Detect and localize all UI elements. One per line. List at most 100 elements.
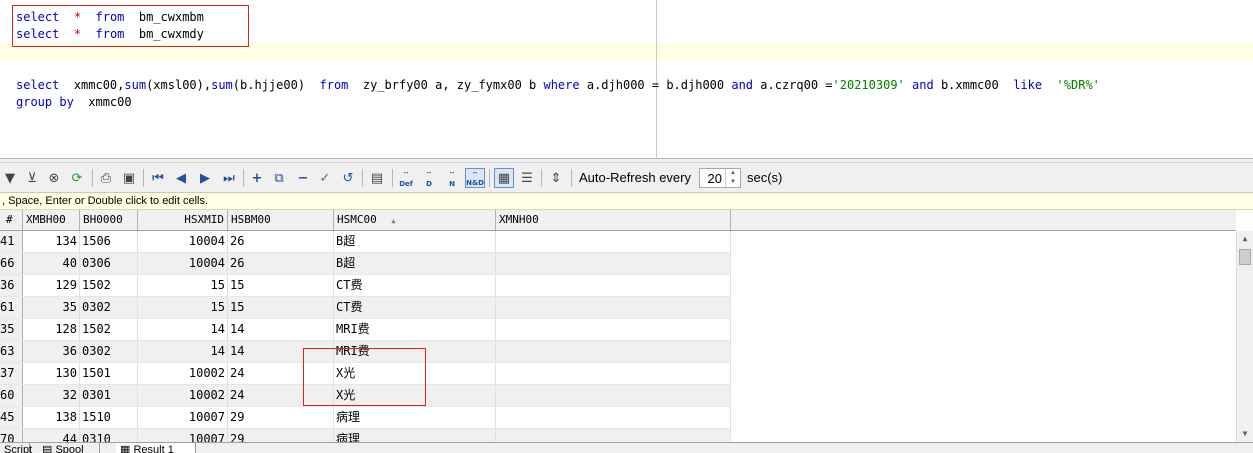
xmbh00-cell[interactable]: 40 bbox=[23, 253, 80, 274]
previous-record-icon[interactable]: ◀ bbox=[171, 168, 191, 188]
hsmc00-cell[interactable]: X光 bbox=[334, 363, 496, 384]
number-date-mode-button[interactable]: ⎴ N&D bbox=[465, 168, 485, 188]
hsmc00-cell[interactable]: X光 bbox=[334, 385, 496, 406]
xmnh00-cell[interactable] bbox=[496, 385, 731, 406]
number-mode-button[interactable]: ⎴ N bbox=[442, 168, 462, 188]
hsbm00-cell[interactable]: 29 bbox=[228, 407, 334, 428]
hsbm00-cell[interactable]: 24 bbox=[228, 385, 334, 406]
column-header-xmnh00[interactable]: XMNH00 bbox=[496, 210, 731, 230]
hsxmid-cell[interactable]: 10004 bbox=[138, 253, 228, 274]
date-mode-button[interactable]: ⎴ D bbox=[419, 168, 439, 188]
post-changes-icon[interactable]: ✓ bbox=[315, 168, 335, 188]
hsmc00-cell[interactable]: CT费 bbox=[334, 275, 496, 296]
table-row[interactable]: 70 44 0310 10007 29 病理 bbox=[0, 429, 731, 442]
hsmc00-cell[interactable]: 病理 bbox=[334, 429, 496, 442]
hsxmid-cell[interactable]: 15 bbox=[138, 297, 228, 318]
hsbm00-cell[interactable]: 24 bbox=[228, 363, 334, 384]
cancel-icon[interactable]: ⊗ bbox=[44, 168, 64, 188]
scroll-up-icon[interactable]: ▲ bbox=[1237, 231, 1253, 247]
xmnh00-cell[interactable] bbox=[496, 363, 731, 384]
scroll-down-icon[interactable]: ▼ bbox=[1237, 426, 1253, 442]
xmbh00-cell[interactable]: 134 bbox=[23, 231, 80, 252]
sql-line-query[interactable]: select xmmc00,sum(xmsl00),sum(b.hjje00) … bbox=[16, 77, 1100, 94]
xmnh00-cell[interactable] bbox=[496, 341, 731, 362]
bh0000-cell[interactable]: 0310 bbox=[80, 429, 138, 442]
sql-editor[interactable]: select * from bm_cwxmbm select * from bm… bbox=[0, 0, 1253, 158]
grid-view-icon[interactable]: ▦ bbox=[494, 168, 514, 188]
sql-line-1[interactable]: select * from bm_cwxmbm bbox=[16, 9, 204, 26]
table-row[interactable]: 66 40 0306 10004 26 B超 bbox=[0, 253, 731, 275]
xmnh00-cell[interactable] bbox=[496, 275, 731, 296]
clear-filter-icon[interactable]: ⊻ bbox=[22, 168, 42, 188]
bh0000-cell[interactable]: 0302 bbox=[80, 341, 138, 362]
hsxmid-cell[interactable]: 10002 bbox=[138, 385, 228, 406]
xmnh00-cell[interactable] bbox=[496, 429, 731, 442]
xmnh00-cell[interactable] bbox=[496, 253, 731, 274]
hsmc00-cell[interactable]: 病理 bbox=[334, 407, 496, 428]
bh0000-cell[interactable]: 1510 bbox=[80, 407, 138, 428]
scrollbar-thumb[interactable] bbox=[1239, 249, 1251, 265]
hsmc00-cell[interactable]: MRI费 bbox=[334, 319, 496, 340]
column-header-hsmc00[interactable]: HSMC00 ▲ bbox=[334, 210, 496, 230]
sql-line-2[interactable]: select * from bm_cwxmdy bbox=[16, 26, 204, 43]
column-header-rownum[interactable]: # bbox=[0, 210, 23, 230]
bh0000-cell[interactable]: 0302 bbox=[80, 297, 138, 318]
hsbm00-cell[interactable]: 14 bbox=[228, 341, 334, 362]
refresh-icon[interactable]: ⟳ bbox=[67, 168, 87, 188]
column-header-hsxmid[interactable]: HSXMID bbox=[138, 210, 228, 230]
hsmc00-cell[interactable]: MRI费 bbox=[334, 341, 496, 362]
sql-line-group-by[interactable]: group by xmmc00 bbox=[16, 94, 132, 111]
bh0000-cell[interactable]: 0301 bbox=[80, 385, 138, 406]
table-row[interactable]: 60 32 0301 10002 24 X光 bbox=[0, 385, 731, 407]
xmbh00-cell[interactable]: 130 bbox=[23, 363, 80, 384]
vertical-scrollbar[interactable]: ▲ ▼ bbox=[1236, 231, 1253, 442]
xmnh00-cell[interactable] bbox=[496, 319, 731, 340]
xmbh00-cell[interactable]: 35 bbox=[23, 297, 80, 318]
delete-record-icon[interactable]: − bbox=[293, 168, 313, 188]
first-record-icon[interactable]: ⏮ bbox=[148, 168, 168, 188]
xmbh00-cell[interactable]: 128 bbox=[23, 319, 80, 340]
xmnh00-cell[interactable] bbox=[496, 297, 731, 318]
hsmc00-cell[interactable]: CT费 bbox=[334, 297, 496, 318]
tab-result-1[interactable]: ▦ Result 1 bbox=[116, 443, 196, 453]
table-row[interactable]: 41 134 1506 10004 26 B超 bbox=[0, 231, 731, 253]
hsxmid-cell[interactable]: 10007 bbox=[138, 407, 228, 428]
auto-refresh-icon[interactable]: ⇕ bbox=[546, 168, 566, 188]
bh0000-cell[interactable]: 1502 bbox=[80, 275, 138, 296]
bh0000-cell[interactable]: 1506 bbox=[80, 231, 138, 252]
hsbm00-cell[interactable]: 26 bbox=[228, 253, 334, 274]
tree-view-icon[interactable]: ☰ bbox=[517, 168, 537, 188]
hsbm00-cell[interactable]: 15 bbox=[228, 275, 334, 296]
hsbm00-cell[interactable]: 26 bbox=[228, 231, 334, 252]
xmnh00-cell[interactable] bbox=[496, 407, 731, 428]
hsmc00-cell[interactable]: B超 bbox=[334, 253, 496, 274]
hsbm00-cell[interactable]: 15 bbox=[228, 297, 334, 318]
interval-spinner[interactable]: ▲ ▼ bbox=[725, 169, 740, 187]
table-row[interactable]: 36 129 1502 15 15 CT费 bbox=[0, 275, 731, 297]
duplicate-record-icon[interactable]: ⧉ bbox=[269, 168, 289, 188]
hsmc00-cell[interactable]: B超 bbox=[334, 231, 496, 252]
xmbh00-cell[interactable]: 129 bbox=[23, 275, 80, 296]
hsxmid-cell[interactable]: 15 bbox=[138, 275, 228, 296]
xmbh00-cell[interactable]: 138 bbox=[23, 407, 80, 428]
form-view-icon[interactable]: ▤ bbox=[367, 168, 387, 188]
default-mode-button[interactable]: ⎴ Def bbox=[396, 168, 416, 188]
spin-down-icon[interactable]: ▼ bbox=[730, 179, 736, 185]
filter-icon[interactable]: ▼ bbox=[0, 168, 20, 188]
save-icon[interactable]: ▣ bbox=[119, 168, 139, 188]
xmbh00-cell[interactable]: 44 bbox=[23, 429, 80, 442]
cancel-changes-icon[interactable]: ↺ bbox=[338, 168, 358, 188]
insert-record-icon[interactable]: + bbox=[247, 168, 267, 188]
refresh-interval-input[interactable]: 20 ▲ ▼ bbox=[699, 168, 741, 188]
result-grid[interactable]: # XMBH00 BH0000 HSXMID HSBM00 HSMC00 ▲ X… bbox=[0, 210, 1236, 442]
hsxmid-cell[interactable]: 10007 bbox=[138, 429, 228, 442]
hsxmid-cell[interactable]: 10002 bbox=[138, 363, 228, 384]
bh0000-cell[interactable]: 1501 bbox=[80, 363, 138, 384]
hsxmid-cell[interactable]: 10004 bbox=[138, 231, 228, 252]
hsxmid-cell[interactable]: 14 bbox=[138, 319, 228, 340]
column-header-hsbm00[interactable]: HSBM00 bbox=[228, 210, 334, 230]
bh0000-cell[interactable]: 1502 bbox=[80, 319, 138, 340]
tab-script[interactable]: Script bbox=[0, 443, 32, 453]
last-record-icon[interactable]: ⏭ bbox=[219, 168, 239, 188]
table-row[interactable]: 61 35 0302 15 15 CT费 bbox=[0, 297, 731, 319]
